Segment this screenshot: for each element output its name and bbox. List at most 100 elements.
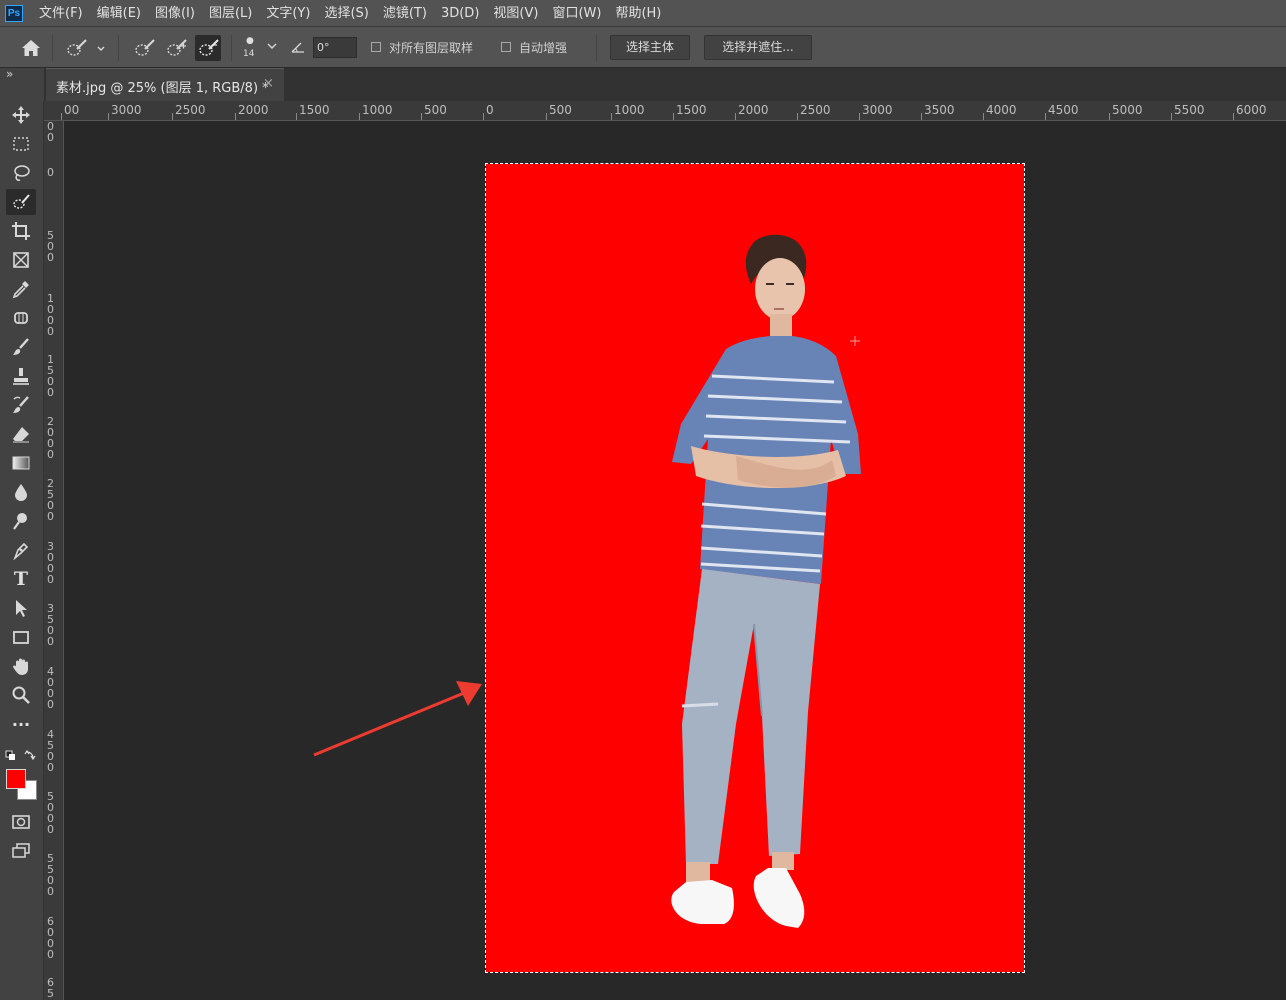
double-chevron-icon: » [6, 67, 14, 81]
type-tool-glyph: T [13, 568, 29, 590]
move-tool-icon[interactable] [6, 102, 36, 128]
ruler-tick-label: 6 0 0 0 [47, 915, 54, 961]
auto-enhance-checkbox[interactable] [501, 42, 511, 52]
pen-tool-icon[interactable] [6, 537, 36, 563]
ruler-tick-label: 0 [486, 103, 494, 117]
home-icon[interactable] [20, 37, 42, 59]
menu-item[interactable]: 帮助(H) [615, 0, 661, 27]
ruler-tick-label: 4000 [986, 103, 1017, 117]
tools-panel: T ··· [0, 101, 44, 1000]
menu-item[interactable]: 选择(S) [324, 0, 368, 27]
options-bar: ● 14 0° 对所有图层取样 自动增强 选择主体 选择并遮住... [0, 27, 1286, 68]
menu-item[interactable]: 图像(I) [155, 0, 195, 27]
ruler-tick-label: 3000 [862, 103, 893, 117]
clone-stamp-tool-icon[interactable] [6, 363, 36, 389]
ruler-tick-label: 1000 [362, 103, 393, 117]
hand-tool-icon[interactable] [6, 653, 36, 679]
ruler-tick-label: 0 0 [47, 121, 54, 144]
ruler-tick-label: 1500 [299, 103, 330, 117]
menu-item[interactable]: 窗口(W) [552, 0, 601, 27]
history-brush-tool-icon[interactable] [6, 392, 36, 418]
more-tools-glyph: ··· [11, 714, 31, 734]
menu-item[interactable]: 图层(L) [209, 0, 252, 27]
menu-items: 文件(F) 编辑(E) 图像(I) 图层(L) 文字(Y) 选择(S) 滤镜(T) 3D(D)… [39, 0, 675, 27]
more-tools-icon[interactable]: ··· [6, 711, 36, 737]
angle-input[interactable]: 0° [313, 37, 357, 58]
ruler-tick-label: 2500 [800, 103, 831, 117]
type-tool-icon[interactable]: T [6, 566, 36, 592]
auto-enhance-label: 自动增强 [519, 41, 568, 55]
ruler-tick-label: 5 0 0 [47, 229, 54, 264]
ruler-tick-label: 00 [64, 103, 80, 117]
ruler-tick-label: 2000 [738, 103, 769, 117]
ruler-tick-label: 0 [47, 166, 54, 179]
close-icon[interactable]: × [263, 76, 274, 91]
horizontal-ruler: 00 3000 2500 2000 1500 1000 500 0 500 1000 1500 200… [44, 101, 1286, 121]
ruler-tick-label: 5000 [1112, 103, 1143, 117]
ruler-tick-label: 2000 [238, 103, 269, 117]
brush-size-value: 14 [243, 49, 255, 59]
document-tab[interactable]: 素材.jpg @ 25% (图层 1, RGB/8) * × [46, 68, 284, 101]
rectangle-tool-icon[interactable] [6, 624, 36, 650]
ruler-tick-label: 1500 [676, 103, 707, 117]
quick-mask-icon[interactable] [6, 809, 36, 835]
selection-marquee [485, 163, 1025, 973]
lasso-tool-icon[interactable] [6, 160, 36, 186]
brush-dot-icon: ● [246, 36, 254, 46]
crop-tool-icon[interactable] [6, 218, 36, 244]
ruler-tick-label: 2 0 0 0 [47, 415, 54, 461]
new-selection-icon[interactable] [131, 36, 157, 60]
dodge-tool-icon[interactable] [6, 508, 36, 534]
spot-healing-tool-icon[interactable] [6, 305, 36, 331]
marquee-tool-icon[interactable] [6, 131, 36, 157]
ruler-tick-label: 5 0 0 0 [47, 790, 54, 836]
ruler-tick-label: 4500 [1048, 103, 1079, 117]
brush-tool-icon[interactable] [6, 334, 36, 360]
ruler-tick-label: 3500 [924, 103, 955, 117]
zoom-tool-icon[interactable] [6, 682, 36, 708]
ruler-tick-label: 1 0 0 0 [47, 292, 54, 338]
menu-item[interactable]: 视图(V) [493, 0, 538, 27]
eyedropper-tool-icon[interactable] [6, 276, 36, 302]
sample-all-layers-checkbox[interactable] [371, 42, 381, 52]
select-subject-button[interactable]: 选择主体 [610, 35, 690, 60]
ruler-tick-label: 3 0 0 0 [47, 540, 54, 586]
ruler-tick-label: 4 5 0 0 [47, 728, 54, 774]
ruler-tick-label: 500 [549, 103, 572, 117]
default-swap-colors-icon[interactable] [5, 748, 39, 762]
ruler-tick-label: 4 0 0 0 [47, 665, 54, 711]
screen-mode-icon[interactable] [6, 838, 36, 864]
menu-bar: Ps 文件(F) 编辑(E) 图像(I) 图层(L) 文字(Y) 选择(S) 滤镜(T) 3D… [0, 0, 1286, 27]
ruler-tick-label: 6000 [1236, 103, 1267, 117]
menu-item[interactable]: 编辑(E) [97, 0, 141, 27]
crosshair-cursor-icon [850, 331, 860, 346]
menu-item[interactable]: 文字(Y) [266, 0, 310, 27]
select-and-mask-button[interactable]: 选择并遮住... [704, 35, 812, 60]
ruler-tick-label: 5500 [1174, 103, 1205, 117]
tool-preset-picker[interactable] [64, 36, 108, 60]
add-to-selection-icon[interactable] [163, 36, 189, 60]
ruler-tick-label: 3000 [111, 103, 142, 117]
canvas-area[interactable] [64, 121, 1286, 1000]
eraser-tool-icon[interactable] [6, 421, 36, 447]
menu-item[interactable]: 滤镜(T) [383, 0, 427, 27]
quick-selection-tool-icon[interactable] [6, 189, 36, 215]
menu-item[interactable]: 3D(D) [441, 0, 479, 27]
gradient-tool-icon[interactable] [6, 450, 36, 476]
foreground-color-swatch[interactable] [6, 769, 26, 789]
frame-tool-icon[interactable] [6, 247, 36, 273]
brush-size-picker[interactable]: ● 14 [239, 36, 279, 62]
photoshop-logo-icon: Ps [5, 5, 23, 22]
ruler-tick-label: 1 5 0 0 [47, 353, 54, 399]
ruler-tick-label: 6 5 [47, 976, 54, 1000]
path-selection-tool-icon[interactable] [6, 595, 36, 621]
ruler-tick-label: 3 5 0 0 [47, 602, 54, 648]
document-tab-title: 素材.jpg @ 25% (图层 1, RGB/8) * [56, 81, 269, 96]
subtract-from-selection-icon[interactable] [195, 35, 221, 61]
menu-item[interactable]: 文件(F) [39, 0, 83, 27]
ruler-tick-label: 5 5 0 0 [47, 852, 54, 898]
ruler-tick-label: 1000 [614, 103, 645, 117]
blur-tool-icon[interactable] [6, 479, 36, 505]
ruler-tick-label: 2500 [175, 103, 206, 117]
panel-collapse-toggle[interactable]: » [0, 67, 44, 101]
